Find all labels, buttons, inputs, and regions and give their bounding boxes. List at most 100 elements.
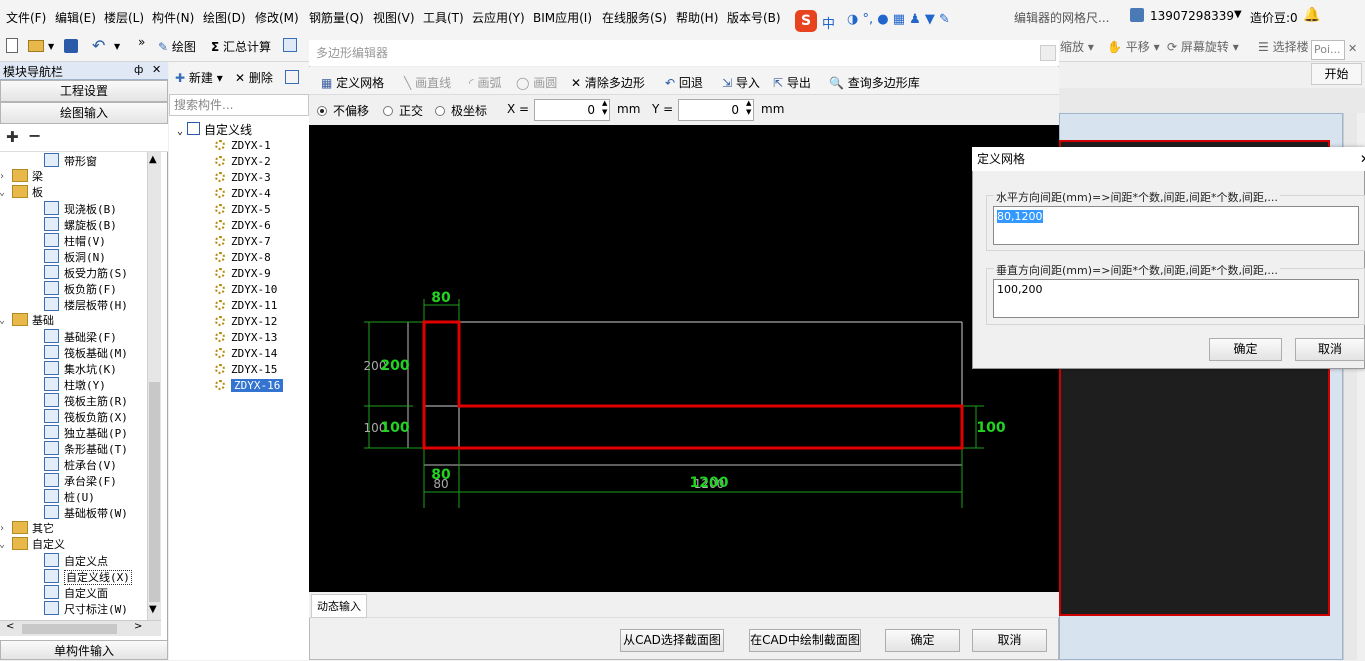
nav-tree-item[interactable]: 尺寸标注(W) bbox=[0, 601, 128, 617]
component-item[interactable]: ZDYX-2 bbox=[215, 154, 271, 170]
zoom-button[interactable]: 缩放 ▾ bbox=[1060, 38, 1094, 55]
scroll-left-icon[interactable]: < bbox=[6, 621, 14, 632]
expand-arrow-icon[interactable]: › bbox=[0, 169, 5, 185]
undo-dropdown-icon[interactable]: ▼ bbox=[114, 42, 120, 51]
menu-item[interactable]: 楼层(L) bbox=[104, 9, 144, 26]
scroll-right-icon[interactable]: > bbox=[134, 621, 142, 632]
menu-item[interactable]: 视图(V) bbox=[373, 9, 415, 26]
nav-tree-item[interactable]: 板洞(N) bbox=[0, 249, 106, 265]
nav-tree-item[interactable]: ⌄ 基础 bbox=[0, 313, 54, 329]
nav-tree-item[interactable]: ⌄ 板 bbox=[0, 185, 43, 201]
nav-tree-item[interactable]: ›梁 bbox=[0, 169, 43, 185]
component-item[interactable]: ZDYX-16 bbox=[215, 378, 284, 394]
draw-arc-button[interactable]: ◜ 画弧 bbox=[469, 74, 502, 91]
component-item[interactable]: ZDYX-4 bbox=[215, 186, 271, 202]
polygon-cancel-button[interactable]: 取消 bbox=[972, 629, 1047, 652]
draw-button[interactable]: ✎ 绘图 bbox=[158, 38, 196, 55]
draw-input-button[interactable]: 绘图输入 bbox=[0, 102, 168, 124]
component-root[interactable]: ⌄ 自定义线 bbox=[177, 122, 252, 138]
component-search-input[interactable]: 搜索构件... bbox=[169, 94, 309, 116]
grid-cancel-button[interactable]: 取消 bbox=[1295, 338, 1365, 361]
nav-tree-item[interactable]: 现浇板(B) bbox=[0, 201, 117, 217]
check-icon[interactable] bbox=[283, 38, 297, 52]
project-settings-button[interactable]: 工程设置 bbox=[0, 80, 168, 102]
component-item[interactable]: ZDYX-8 bbox=[215, 250, 271, 266]
cad-select-section-button[interactable]: 从CAD选择截面图 bbox=[620, 629, 724, 652]
query-polygon-lib-button[interactable]: 🔍 查询多边形库 bbox=[829, 74, 920, 91]
vertical-spacing-input[interactable]: 100,200 bbox=[993, 279, 1359, 318]
close-small-icon[interactable]: ✕ bbox=[1348, 42, 1357, 55]
bell-icon[interactable]: 🔔 bbox=[1303, 7, 1320, 23]
open-folder-icon[interactable] bbox=[28, 40, 44, 52]
expand-all-icon[interactable]: ✚ bbox=[6, 128, 19, 146]
component-item[interactable]: ZDYX-6 bbox=[215, 218, 271, 234]
menu-item[interactable]: 钢筋量(Q) bbox=[309, 9, 364, 26]
component-item[interactable]: ZDYX-11 bbox=[215, 298, 277, 314]
nav-tree-item[interactable]: 条形基础(T) bbox=[0, 441, 128, 457]
nav-tree-item[interactable]: › 其它 bbox=[0, 521, 54, 537]
menu-item[interactable]: 帮助(H) bbox=[676, 9, 718, 26]
export-button[interactable]: ⇱ 导出 bbox=[773, 74, 811, 91]
horizontal-spacing-input[interactable]: 80,1200 bbox=[993, 206, 1359, 245]
nav-tree-item[interactable]: 独立基础(P) bbox=[0, 425, 128, 441]
define-grid-button[interactable]: ▦ 定义网格 bbox=[321, 74, 384, 91]
no-offset-radio[interactable]: 不偏移 bbox=[317, 102, 369, 119]
rotate-button[interactable]: ⟳ 屏幕旋转 ▾ bbox=[1167, 38, 1239, 55]
scroll-thumb[interactable] bbox=[149, 382, 160, 602]
nav-tree-item[interactable]: 桩承台(V) bbox=[0, 457, 117, 473]
new-component-button[interactable]: ✚ 新建 ▾ bbox=[175, 69, 223, 86]
polygon-editor-close-icon[interactable] bbox=[1040, 45, 1056, 61]
hscroll-thumb[interactable] bbox=[22, 624, 117, 634]
collapse-arrow-icon[interactable]: ⌄ bbox=[177, 126, 183, 137]
undo-icon[interactable]: ↶ bbox=[92, 36, 105, 55]
menu-item[interactable]: 构件(N) bbox=[152, 9, 194, 26]
undo-step-button[interactable]: ↶ 回退 bbox=[665, 74, 703, 91]
nav-tree-item[interactable]: 柱墩(Y) bbox=[0, 377, 106, 393]
component-item[interactable]: ZDYX-5 bbox=[215, 202, 271, 218]
menu-item[interactable]: 修改(M) bbox=[255, 9, 299, 26]
account-number[interactable]: 13907298339 bbox=[1150, 9, 1234, 23]
ime-toolbar-icons[interactable]: ◑ °, ● ▦ ♟ ▼ ✎ bbox=[847, 12, 950, 27]
component-item[interactable]: ZDYX-3 bbox=[215, 170, 271, 186]
polar-radio[interactable]: 极坐标 bbox=[435, 102, 487, 119]
nav-tree-item[interactable]: 基础梁(F) bbox=[0, 329, 117, 345]
scroll-down-icon[interactable]: ▼ bbox=[149, 604, 157, 615]
nav-tree-item[interactable]: 筏板负筋(X) bbox=[0, 409, 128, 425]
clear-polygon-button[interactable]: ✕ 清除多边形 bbox=[571, 74, 645, 91]
collapse-arrow-icon[interactable]: ⌄ bbox=[0, 313, 5, 329]
nav-hscrollbar[interactable]: < > bbox=[0, 620, 161, 636]
menu-item[interactable]: BIM应用(I) bbox=[533, 9, 592, 26]
nav-tree-item[interactable]: 自定义点 bbox=[0, 553, 108, 569]
x-coordinate-input[interactable]: 0 bbox=[534, 99, 610, 121]
component-item[interactable]: ZDYX-1 bbox=[215, 138, 271, 154]
nav-tree-item[interactable]: 筏板基础(M) bbox=[0, 345, 128, 361]
draw-line-button[interactable]: ╲ 画直线 bbox=[404, 74, 451, 91]
l-shaped-polygon[interactable] bbox=[422, 320, 964, 450]
notice-text[interactable]: 编辑器的网格尺... bbox=[1014, 9, 1109, 26]
menu-item[interactable]: 绘图(D) bbox=[203, 9, 246, 26]
expand-arrow-icon[interactable]: › bbox=[0, 521, 5, 537]
menu-item[interactable]: 文件(F) bbox=[6, 9, 46, 26]
collapse-arrow-icon[interactable]: ⌄ bbox=[0, 537, 5, 553]
component-item[interactable]: ZDYX-13 bbox=[215, 330, 277, 346]
nav-tree-item[interactable]: 带形窗 bbox=[0, 153, 97, 169]
x-spinner-icon[interactable]: ▲ ▼ bbox=[602, 99, 607, 117]
component-item[interactable]: ZDYX-10 bbox=[215, 282, 277, 298]
sogou-ime-icon[interactable]: S bbox=[795, 10, 817, 32]
component-item[interactable]: ZDYX-7 bbox=[215, 234, 271, 250]
cad-draw-section-button[interactable]: 在CAD中绘制截面图 bbox=[749, 629, 861, 652]
menu-item[interactable]: 编辑(E) bbox=[55, 9, 96, 26]
import-button[interactable]: ⇲ 导入 bbox=[722, 74, 760, 91]
grid-ok-button[interactable]: 确定 bbox=[1209, 338, 1282, 361]
y-coordinate-input[interactable]: 0 bbox=[678, 99, 754, 121]
polygon-ok-button[interactable]: 确定 bbox=[885, 629, 960, 652]
nav-tree-item[interactable]: 板负筋(F) bbox=[0, 281, 117, 297]
nav-tree-item[interactable]: 自定义面 bbox=[0, 585, 108, 601]
menu-item[interactable]: 版本号(B) bbox=[727, 9, 781, 26]
nav-tree-item[interactable]: 桩(U) bbox=[0, 489, 95, 505]
nav-tree-item[interactable]: 筏板主筋(R) bbox=[0, 393, 128, 409]
start-button[interactable]: 开始 bbox=[1311, 63, 1362, 85]
nav-tree-item[interactable]: 承台梁(F) bbox=[0, 473, 117, 489]
pan-button[interactable]: ✋ 平移 ▾ bbox=[1107, 38, 1160, 55]
nav-tree-item[interactable]: 集水坑(K) bbox=[0, 361, 117, 377]
